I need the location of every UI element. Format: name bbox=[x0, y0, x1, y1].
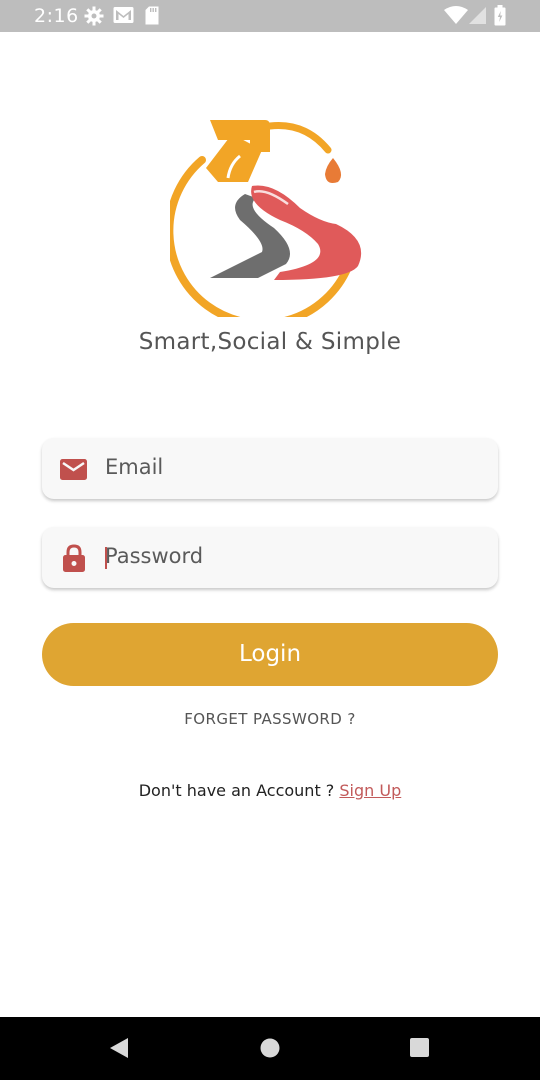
home-icon[interactable] bbox=[259, 1037, 281, 1064]
sd-card-icon bbox=[145, 6, 159, 30]
email-placeholder: Email bbox=[105, 455, 164, 479]
signup-row: Don't have an Account ? Sign Up bbox=[0, 781, 540, 800]
password-field[interactable]: Password bbox=[42, 527, 498, 588]
recents-icon[interactable] bbox=[409, 1037, 431, 1064]
lock-icon bbox=[63, 544, 85, 577]
email-field[interactable]: Email bbox=[42, 438, 498, 499]
status-bar: 2:16 bbox=[0, 0, 540, 32]
gmail-icon bbox=[113, 6, 134, 29]
password-placeholder: Password bbox=[105, 544, 204, 568]
signal-icon bbox=[469, 7, 486, 29]
status-time: 2:16 bbox=[34, 5, 79, 27]
settings-icon bbox=[84, 6, 104, 31]
login-button[interactable]: Login bbox=[42, 623, 498, 686]
signup-link[interactable]: Sign Up bbox=[339, 781, 401, 800]
navigation-bar bbox=[0, 1017, 540, 1080]
mail-icon bbox=[60, 459, 87, 485]
wifi-icon bbox=[444, 6, 468, 29]
app-logo bbox=[165, 112, 380, 328]
login-screen: 2:16 Smart,Social & Simple Email Passwor… bbox=[0, 0, 540, 1080]
back-icon[interactable] bbox=[108, 1037, 130, 1064]
app-tagline: Smart,Social & Simple bbox=[138, 329, 402, 355]
signup-prompt: Don't have an Account ? bbox=[138, 781, 340, 800]
battery-icon bbox=[494, 5, 506, 31]
forget-password-link[interactable]: FORGET PASSWORD ? bbox=[0, 710, 540, 728]
